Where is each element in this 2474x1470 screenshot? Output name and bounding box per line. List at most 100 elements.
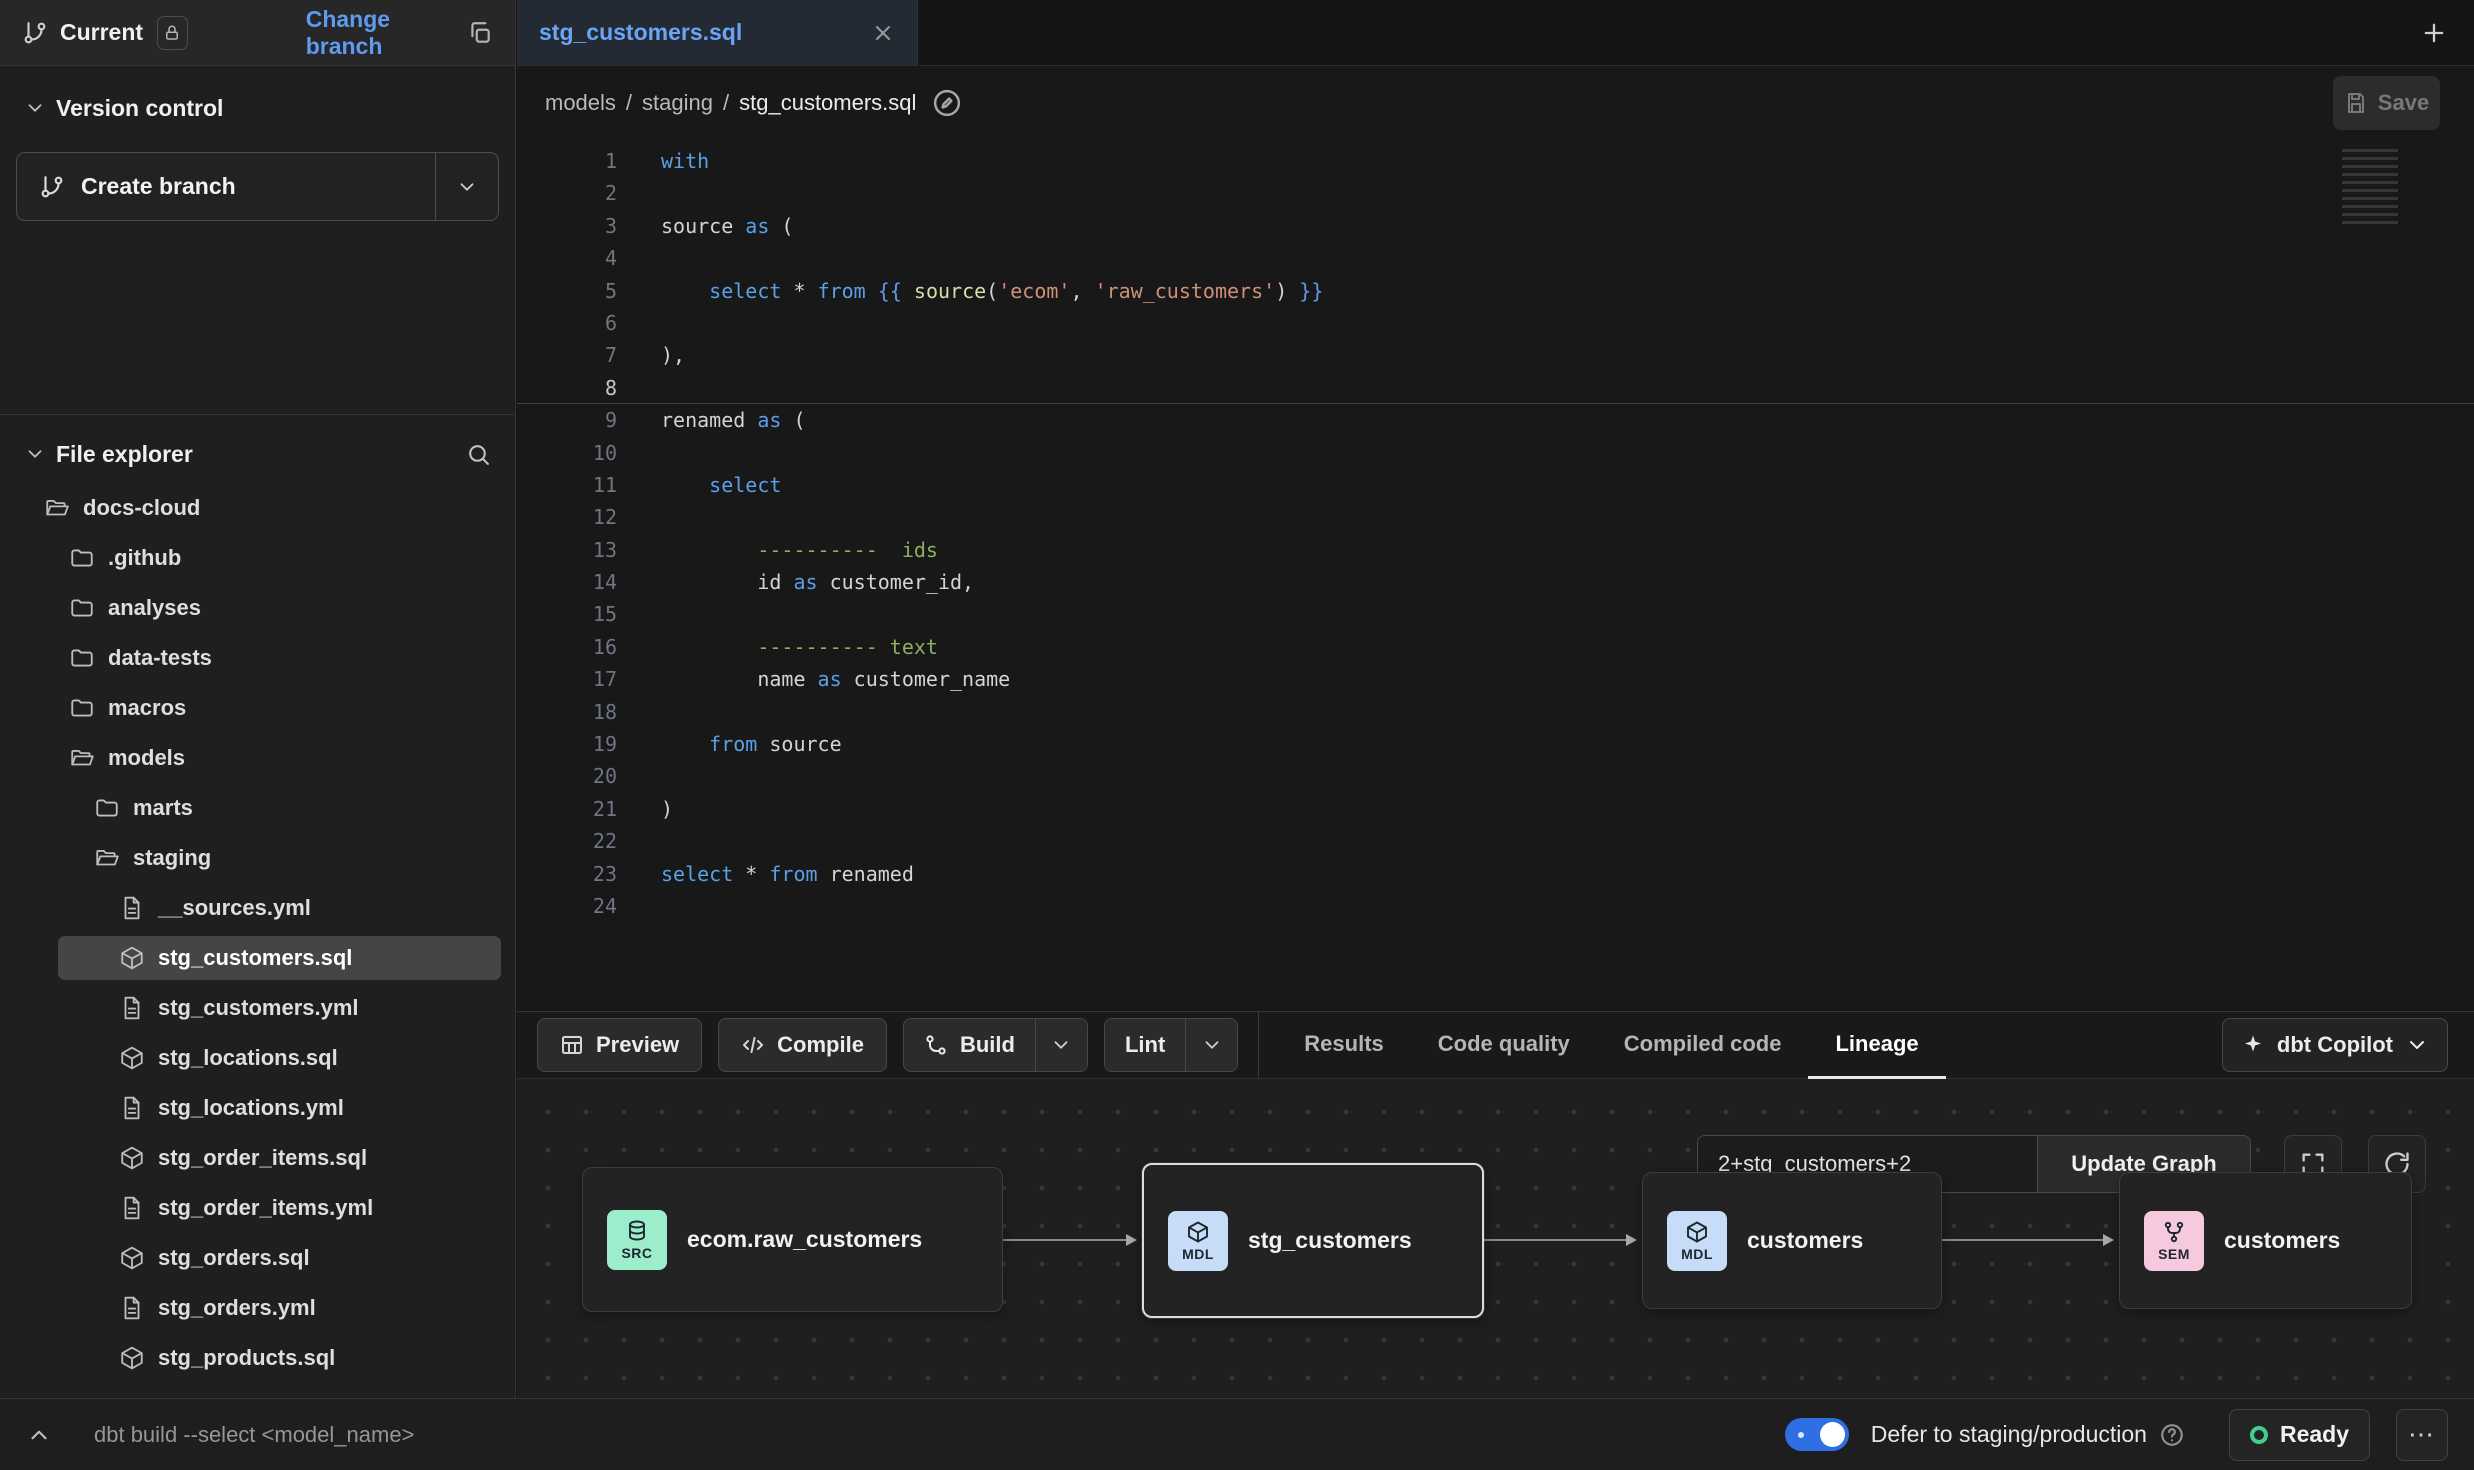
- code-line[interactable]: 21): [517, 793, 2474, 825]
- code-line[interactable]: 18: [517, 696, 2474, 728]
- tree-item-.github[interactable]: .github: [0, 533, 515, 583]
- code-line[interactable]: 19 from source: [517, 728, 2474, 760]
- file-explorer-collapse-icon[interactable]: [24, 443, 46, 465]
- version-control-collapse-icon[interactable]: [24, 97, 46, 119]
- code-line[interactable]: 7),: [517, 339, 2474, 371]
- build-split-button: Build: [903, 1018, 1088, 1072]
- main-panel: stg_customers.sql models / staging / stg…: [517, 0, 2474, 1398]
- tree-item-models[interactable]: models: [0, 733, 515, 783]
- tab-title: stg_customers.sql: [539, 19, 857, 46]
- command-input[interactable]: dbt build --select <model_name>: [94, 1422, 414, 1448]
- code-editor[interactable]: 1with23source as (45 select * from {{ so…: [517, 139, 2474, 1011]
- defer-toggle[interactable]: [1785, 1418, 1849, 1451]
- code-line[interactable]: 15: [517, 598, 2474, 630]
- tree-item-stg_customers.sql[interactable]: stg_customers.sql: [0, 933, 515, 983]
- cube-icon: [119, 945, 145, 971]
- code-line[interactable]: 4: [517, 242, 2474, 274]
- compile-button[interactable]: Compile: [718, 1018, 887, 1072]
- code-line[interactable]: 9renamed as (: [517, 404, 2474, 436]
- tree-item-stg_locations.yml[interactable]: stg_locations.yml: [0, 1083, 515, 1133]
- minimap[interactable]: [2342, 149, 2398, 229]
- line-number: 5: [517, 275, 617, 307]
- chevron-up-icon[interactable]: [26, 1422, 52, 1448]
- line-number: 21: [517, 793, 617, 825]
- code-line[interactable]: 5 select * from {{ source('ecom', 'raw_c…: [517, 275, 2474, 307]
- code-line[interactable]: 3source as (: [517, 210, 2474, 242]
- build-options-dropdown[interactable]: [1035, 1019, 1087, 1071]
- tree-item-analyses[interactable]: analyses: [0, 583, 515, 633]
- help-icon[interactable]: [2159, 1422, 2185, 1448]
- search-icon[interactable]: [466, 442, 491, 467]
- tab-code-quality[interactable]: Code quality: [1411, 1011, 1597, 1079]
- tab-stg-customers-sql[interactable]: stg_customers.sql: [517, 0, 918, 65]
- code-line[interactable]: 16 ---------- text: [517, 631, 2474, 663]
- close-icon[interactable]: [871, 21, 895, 45]
- tree-item-stg_order_items.sql[interactable]: stg_order_items.sql: [0, 1133, 515, 1183]
- folder-open-icon: [44, 495, 70, 521]
- file-icon: [119, 1095, 145, 1121]
- create-branch-button[interactable]: Create branch: [16, 152, 499, 221]
- tree-item-stg_orders.sql[interactable]: stg_orders.sql: [0, 1233, 515, 1283]
- rename-file-icon[interactable]: [932, 88, 962, 118]
- create-branch-dropdown[interactable]: [435, 153, 498, 220]
- lineage-node-customers-model[interactable]: MDL customers: [1642, 1172, 1942, 1309]
- lineage-node-stg-customers[interactable]: MDL stg_customers: [1142, 1163, 1484, 1318]
- new-tab-button[interactable]: [2420, 19, 2448, 47]
- line-number: 16: [517, 631, 617, 663]
- tree-item-stg_orders.yml[interactable]: stg_orders.yml: [0, 1283, 515, 1333]
- toolbar-divider: [1258, 1011, 1259, 1079]
- code-line[interactable]: 13 ---------- ids: [517, 534, 2474, 566]
- code-line[interactable]: 24: [517, 890, 2474, 922]
- tree-item-marts[interactable]: marts: [0, 783, 515, 833]
- code-line[interactable]: 12: [517, 501, 2474, 533]
- tree-item-label: __sources.yml: [158, 895, 311, 921]
- code-line[interactable]: 1with: [517, 145, 2474, 177]
- tree-item-stg_customers.yml[interactable]: stg_customers.yml: [0, 983, 515, 1033]
- tree-item-staging[interactable]: staging: [0, 833, 515, 883]
- change-branch-link[interactable]: Change branch: [306, 6, 439, 60]
- save-button[interactable]: Save: [2333, 76, 2440, 130]
- tree-item-__sources.yml[interactable]: __sources.yml: [0, 883, 515, 933]
- cube-icon: [119, 1245, 145, 1271]
- file-icon: [119, 995, 145, 1021]
- build-button[interactable]: Build: [904, 1019, 1035, 1071]
- folder-icon: [94, 795, 120, 821]
- code-line[interactable]: 2: [517, 177, 2474, 209]
- status-badge[interactable]: Ready: [2229, 1409, 2370, 1461]
- tree-item-stg_locations.sql[interactable]: stg_locations.sql: [0, 1033, 515, 1083]
- code-line[interactable]: 23select * from renamed: [517, 858, 2474, 890]
- code-line[interactable]: 14 id as customer_id,: [517, 566, 2474, 598]
- tree-item-label: stg_locations.sql: [158, 1045, 338, 1071]
- tree-item-data-tests[interactable]: data-tests: [0, 633, 515, 683]
- tree-item-docs-cloud[interactable]: docs-cloud: [0, 483, 515, 533]
- tree-item-stg_order_items.yml[interactable]: stg_order_items.yml: [0, 1183, 515, 1233]
- tree-item-label: macros: [108, 695, 186, 721]
- code-line[interactable]: 20: [517, 760, 2474, 792]
- lint-button[interactable]: Lint: [1105, 1019, 1185, 1071]
- lint-options-dropdown[interactable]: [1185, 1019, 1237, 1071]
- folder-open-icon: [94, 845, 120, 871]
- line-number: 12: [517, 501, 617, 533]
- tab-compiled-code[interactable]: Compiled code: [1597, 1011, 1809, 1079]
- more-options-button[interactable]: ⋯: [2396, 1409, 2448, 1461]
- bottom-toolbar: Preview Compile Build Lint: [517, 1011, 2474, 1079]
- tree-item-macros[interactable]: macros: [0, 683, 515, 733]
- lineage-node-customers-semantic[interactable]: SEM customers: [2119, 1172, 2412, 1309]
- tab-lineage[interactable]: Lineage: [1808, 1011, 1945, 1079]
- tab-results[interactable]: Results: [1277, 1011, 1410, 1079]
- code-line[interactable]: 10: [517, 437, 2474, 469]
- code-line[interactable]: 8: [517, 372, 2474, 404]
- preview-button[interactable]: Preview: [537, 1018, 702, 1072]
- chevron-down-icon: [1201, 1034, 1223, 1056]
- tree-item-stg_products.sql[interactable]: stg_products.sql: [0, 1333, 515, 1383]
- line-number: 24: [517, 890, 617, 922]
- git-branch-icon: [22, 20, 48, 46]
- copy-icon[interactable]: [467, 20, 493, 46]
- code-line[interactable]: 22: [517, 825, 2474, 857]
- code-line[interactable]: 11 select: [517, 469, 2474, 501]
- code-line[interactable]: 6: [517, 307, 2474, 339]
- model-badge: MDL: [1168, 1211, 1228, 1271]
- dbt-copilot-button[interactable]: dbt Copilot: [2222, 1018, 2448, 1072]
- code-line[interactable]: 17 name as customer_name: [517, 663, 2474, 695]
- lineage-node-ecom-raw-customers[interactable]: SRC ecom.raw_customers: [582, 1167, 1003, 1312]
